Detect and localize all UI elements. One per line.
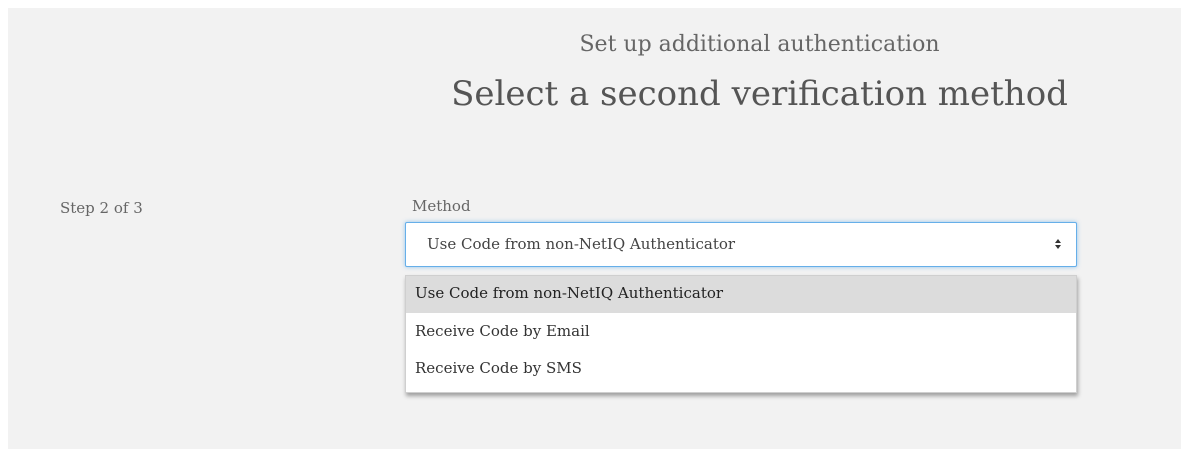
method-select-value: Use Code from non-NetIQ Authenticator bbox=[427, 235, 736, 253]
method-option-authenticator[interactable]: Use Code from non-NetIQ Authenticator bbox=[406, 276, 1076, 313]
sort-arrows-icon bbox=[1055, 239, 1061, 249]
method-dropdown-list: Use Code from non-NetIQ Authenticator Re… bbox=[405, 275, 1077, 393]
method-option-email[interactable]: Receive Code by Email bbox=[406, 314, 1076, 351]
page-title: Select a second verification method bbox=[451, 74, 1068, 114]
method-label: Method bbox=[412, 197, 471, 215]
method-option-sms[interactable]: Receive Code by SMS bbox=[406, 351, 1076, 388]
page-subtitle: Set up additional authentication bbox=[579, 32, 940, 57]
method-select[interactable]: Use Code from non-NetIQ Authenticator bbox=[405, 222, 1077, 267]
step-indicator: Step 2 of 3 bbox=[60, 199, 143, 217]
